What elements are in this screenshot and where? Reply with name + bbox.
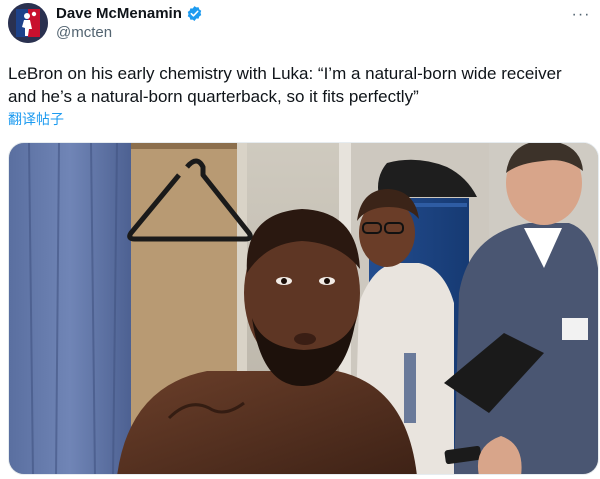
more-options-button[interactable]: ···: [568, 2, 594, 28]
locker-room-photo-icon: [9, 143, 598, 474]
translate-post-link[interactable]: 翻译帖子: [8, 109, 64, 129]
author-display-name[interactable]: Dave McMenamin: [56, 5, 182, 22]
avatar[interactable]: [8, 3, 48, 43]
avatar-nba-logo-icon: [8, 3, 48, 43]
more-icon: ···: [571, 6, 591, 23]
tweet-text: LeBron on his early chemistry with Luka:…: [8, 64, 562, 106]
verified-badge-icon: [186, 5, 203, 22]
tweet-media-photo[interactable]: [8, 142, 599, 475]
author-handle[interactable]: @mcten: [56, 24, 560, 41]
